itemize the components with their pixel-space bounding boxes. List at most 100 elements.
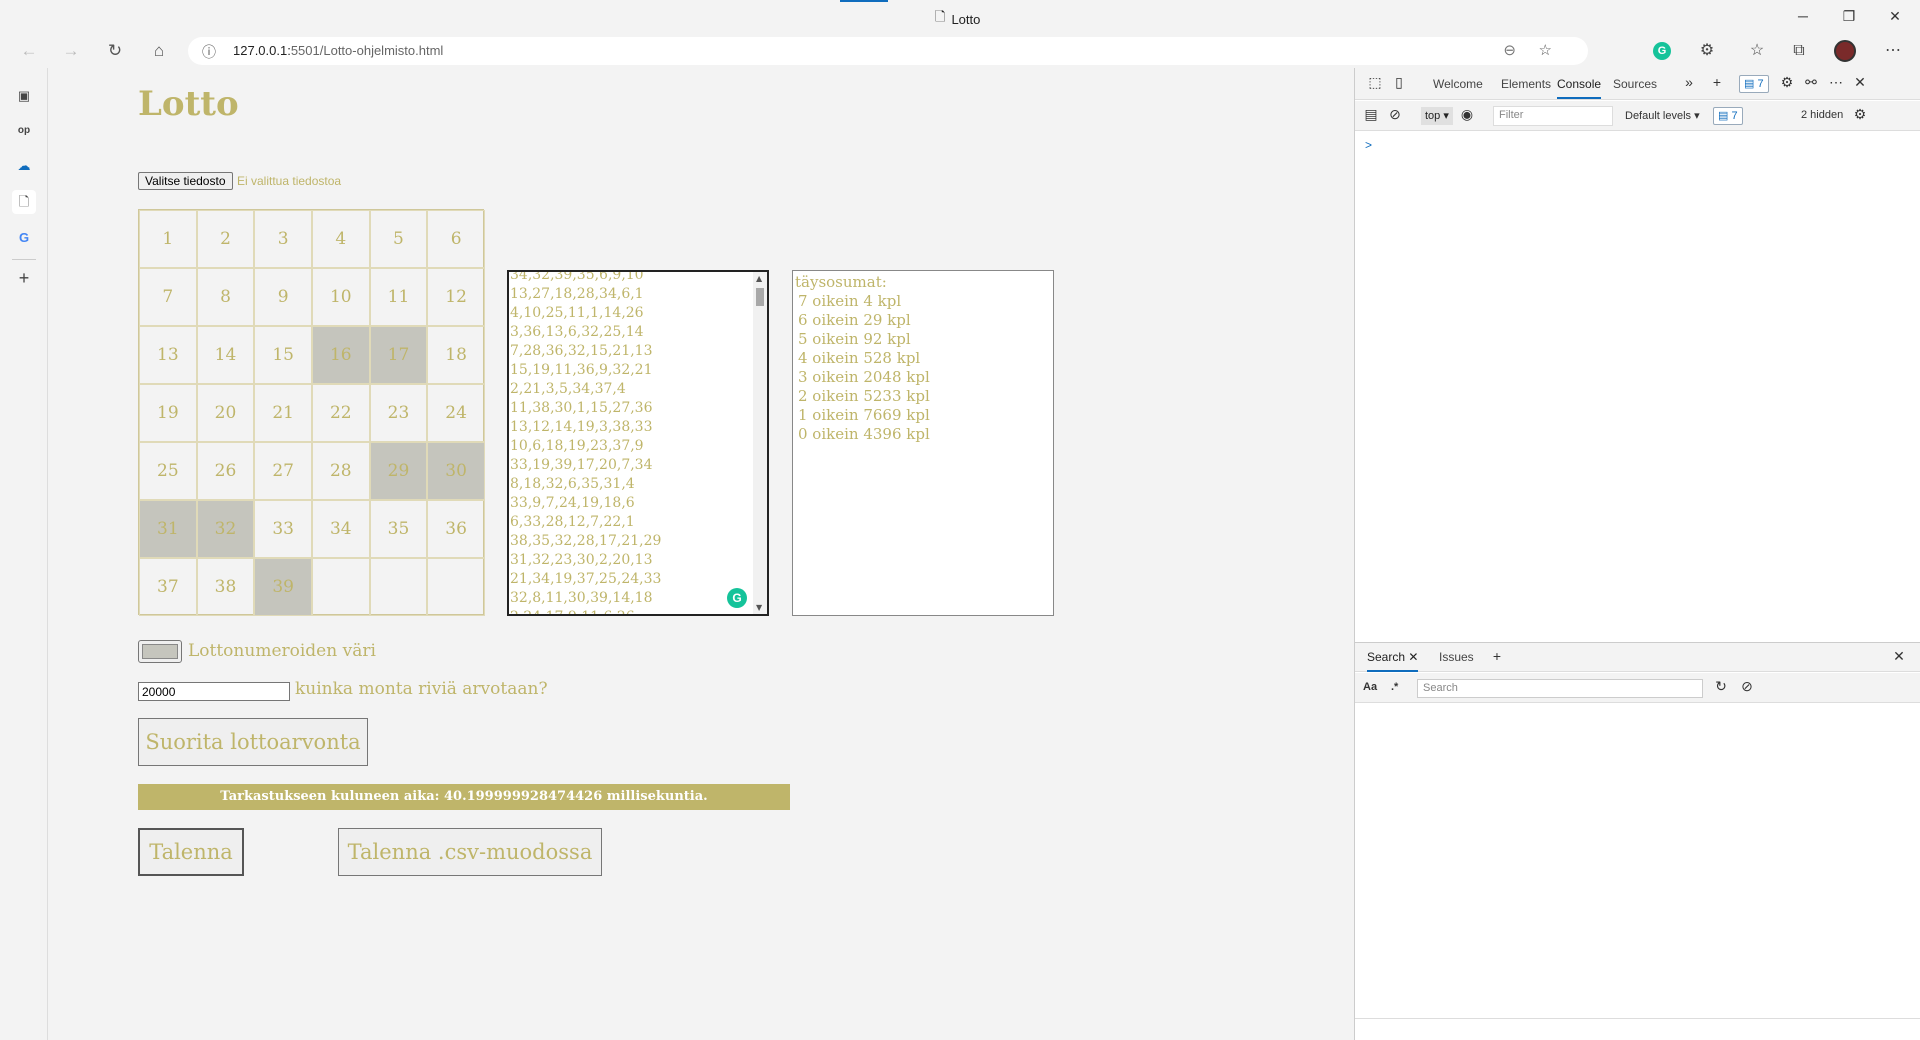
favorite-add-icon[interactable]: ☆ [1539, 41, 1552, 59]
grid-cell-9[interactable]: 9 [254, 268, 312, 326]
grid-cell-5[interactable]: 5 [369, 210, 428, 268]
grid-cell-27[interactable]: 27 [254, 442, 312, 500]
close-devtools-icon[interactable]: ✕ [1850, 74, 1870, 91]
grammarly-extension-icon[interactable]: G [1653, 42, 1671, 60]
grid-cell-34[interactable]: 34 [311, 500, 370, 558]
devtools-search-input[interactable]: Search [1417, 679, 1703, 698]
grid-cell-4[interactable]: 4 [311, 210, 370, 268]
grid-cell-7[interactable]: 7 [139, 268, 197, 326]
grid-cell-36[interactable]: 36 [427, 500, 485, 558]
scroll-down-icon[interactable]: ▼ [756, 603, 762, 612]
page-icon[interactable]: 🗋 [12, 190, 36, 214]
grid-cell-2[interactable]: 2 [196, 210, 255, 268]
address-bar[interactable]: ⓘ 127.0.0.1:5501/Lotto-ohjelmisto.html ⊖… [188, 37, 1588, 65]
grid-cell-empty[interactable] [427, 558, 485, 616]
close-search-tab-icon[interactable]: ✕ [1408, 650, 1418, 664]
tab-actions-icon[interactable]: ▣ [12, 84, 36, 108]
url-text[interactable]: 127.0.0.1:5501/Lotto-ohjelmisto.html [233, 43, 443, 58]
regex-toggle[interactable]: .* [1391, 681, 1398, 693]
favorites-icon[interactable]: ☆ [1744, 39, 1770, 63]
grid-cell-33[interactable]: 33 [254, 500, 312, 558]
grid-cell-25[interactable]: 25 [139, 442, 197, 500]
connections-icon[interactable]: ⚯ [1801, 74, 1821, 91]
row-count-input[interactable] [138, 682, 290, 701]
grid-cell-26[interactable]: 26 [196, 442, 255, 500]
back-icon[interactable]: ← [16, 39, 42, 63]
grid-cell-12[interactable]: 12 [427, 268, 485, 326]
sidebar-toggle-icon[interactable]: ▤ [1361, 106, 1381, 123]
tab-console[interactable]: Console [1557, 77, 1602, 99]
more-menu-icon[interactable]: ⋯ [1880, 39, 1906, 63]
clear-console-icon[interactable]: ⊘ [1385, 106, 1405, 123]
grid-cell-18[interactable]: 18 [427, 326, 485, 384]
grid-cell-13[interactable]: 13 [139, 326, 197, 384]
restore-button[interactable]: ❐ [1834, 4, 1864, 28]
grid-cell-22[interactable]: 22 [311, 384, 370, 442]
collections-icon[interactable]: ⧉ [1786, 39, 1812, 63]
settings-gear-icon[interactable]: ⚙ [1777, 74, 1797, 91]
tab-sources[interactable]: Sources [1613, 77, 1657, 91]
clear-search-icon[interactable]: ⊘ [1737, 678, 1757, 695]
profile-avatar[interactable] [1834, 40, 1856, 62]
grid-cell-1[interactable]: 1 [139, 210, 197, 268]
refresh-icon[interactable]: ↻ [102, 39, 128, 63]
close-drawer-icon[interactable]: ✕ [1889, 648, 1909, 665]
live-expression-eye-icon[interactable]: ◉ [1457, 106, 1477, 123]
zoom-out-icon[interactable]: ⊖ [1503, 41, 1516, 59]
match-case-toggle[interactable]: Aa [1363, 681, 1377, 693]
console-filter-input[interactable]: Filter [1493, 106, 1613, 126]
tab-welcome[interactable]: Welcome [1433, 77, 1483, 91]
choose-file-button[interactable]: Valitse tiedosto [138, 172, 233, 190]
grid-cell-30[interactable]: 30 [427, 442, 485, 500]
google-icon[interactable]: G [12, 226, 36, 250]
grid-cell-17[interactable]: 17 [369, 326, 428, 384]
grid-cell-6[interactable]: 6 [427, 210, 485, 268]
onedrive-icon[interactable]: ☁ [12, 154, 36, 178]
minimize-button[interactable]: ─ [1788, 4, 1818, 28]
close-window-button[interactable]: ✕ [1880, 4, 1910, 28]
grid-cell-38[interactable]: 38 [196, 558, 255, 616]
drawer-add-tab-icon[interactable]: + [1487, 648, 1507, 664]
add-tab-icon[interactable]: + [1707, 74, 1727, 90]
forward-icon[interactable]: → [58, 39, 84, 63]
grid-cell-39[interactable]: 39 [254, 558, 312, 616]
opera-app-icon[interactable]: op [12, 119, 36, 143]
extensions-icon[interactable]: ⚙ [1694, 39, 1720, 63]
drawer-tab-issues[interactable]: Issues [1439, 650, 1474, 664]
console-prompt[interactable]: > [1365, 138, 1372, 152]
issues-badge[interactable]: ▤ 7 [1739, 75, 1769, 93]
site-info-icon[interactable]: ⓘ [202, 42, 216, 62]
grammarly-badge-icon[interactable]: G [727, 588, 747, 608]
grid-cell-35[interactable]: 35 [369, 500, 428, 558]
scroll-up-icon[interactable]: ▲ [756, 274, 762, 283]
grid-cell-19[interactable]: 19 [139, 384, 197, 442]
grid-cell-empty[interactable] [311, 558, 370, 616]
tab-elements[interactable]: Elements [1501, 77, 1551, 91]
grid-cell-11[interactable]: 11 [369, 268, 428, 326]
grid-cell-14[interactable]: 14 [196, 326, 255, 384]
grid-cell-3[interactable]: 3 [254, 210, 312, 268]
scroll-thumb[interactable] [756, 288, 764, 306]
grid-cell-10[interactable]: 10 [311, 268, 370, 326]
number-color-picker[interactable] [138, 640, 182, 663]
grid-cell-29[interactable]: 29 [369, 442, 428, 500]
grid-cell-15[interactable]: 15 [254, 326, 312, 384]
grid-cell-31[interactable]: 31 [139, 500, 197, 558]
draw-results-textarea[interactable]: 34,32,39,35,6,9,10 13,27,18,28,34,6,1 4,10… [507, 270, 769, 616]
add-icon[interactable]: + [12, 266, 36, 290]
grid-cell-21[interactable]: 21 [254, 384, 312, 442]
grid-cell-empty[interactable] [369, 558, 428, 616]
grid-cell-24[interactable]: 24 [427, 384, 485, 442]
grid-cell-20[interactable]: 20 [196, 384, 255, 442]
save-csv-button[interactable]: Talenna .csv-muodossa [338, 828, 602, 876]
run-lottery-button[interactable]: Suorita lottoarvonta [138, 718, 368, 766]
inspect-element-icon[interactable]: ⬚ [1365, 74, 1385, 91]
grid-cell-23[interactable]: 23 [369, 384, 428, 442]
customize-menu-icon[interactable]: ⋯ [1826, 74, 1846, 91]
more-tabs-icon[interactable]: » [1679, 74, 1699, 90]
save-button[interactable]: Talenna [138, 828, 244, 876]
grid-cell-16[interactable]: 16 [311, 326, 370, 384]
grid-cell-37[interactable]: 37 [139, 558, 197, 616]
refresh-search-icon[interactable]: ↻ [1711, 678, 1731, 695]
home-icon[interactable]: ⌂ [146, 39, 172, 63]
